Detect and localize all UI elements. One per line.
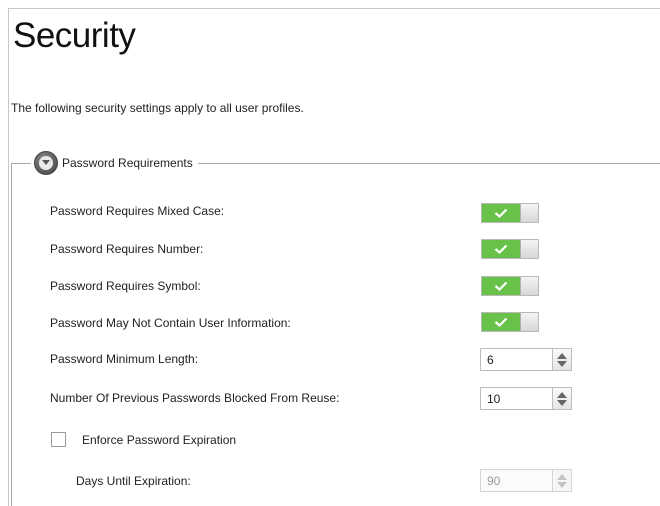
fieldset-left-border — [11, 163, 12, 506]
checkmark-icon — [494, 317, 508, 327]
enforce-expiration-label[interactable]: Enforce Password Expiration — [82, 433, 236, 447]
checkmark-icon — [494, 208, 508, 218]
content-frame — [8, 8, 660, 506]
checkmark-icon — [494, 244, 508, 254]
chevron-down-icon — [39, 156, 53, 170]
requires-symbol-label: Password Requires Symbol: — [50, 279, 201, 293]
collapse-section-button[interactable] — [34, 151, 58, 175]
decrement-arrow-icon[interactable] — [557, 360, 567, 367]
no-user-info-label: Password May Not Contain User Informatio… — [50, 316, 291, 330]
toggle-knob — [520, 277, 538, 295]
mixed-case-label: Password Requires Mixed Case: — [50, 204, 225, 218]
min-length-stepper[interactable] — [552, 348, 572, 371]
toggle-on-state — [482, 277, 520, 295]
min-length-label: Password Minimum Length: — [50, 352, 199, 366]
intro-text: The following security settings apply to… — [11, 101, 304, 115]
min-length-input[interactable] — [480, 348, 552, 371]
requires-number-label: Password Requires Number: — [50, 242, 204, 256]
days-until-expiration-label: Days Until Expiration: — [76, 474, 191, 488]
password-requirements-legend: Password Requirements — [31, 150, 198, 176]
toggle-on-state — [482, 204, 520, 222]
decrement-arrow-icon[interactable] — [557, 399, 567, 406]
previous-blocked-label: Number Of Previous Passwords Blocked Fro… — [50, 391, 340, 405]
increment-arrow-icon[interactable] — [557, 391, 567, 398]
decrement-arrow-icon — [557, 481, 567, 488]
section-legend-label: Password Requirements — [62, 156, 193, 170]
toggle-on-state — [482, 240, 520, 258]
checkmark-icon — [494, 281, 508, 291]
enforce-expiration-checkbox[interactable] — [51, 432, 66, 447]
toggle-knob — [520, 313, 538, 331]
increment-arrow-icon — [557, 473, 567, 480]
requires-number-toggle[interactable] — [481, 239, 539, 259]
previous-blocked-stepper[interactable] — [552, 387, 572, 410]
requires-symbol-toggle[interactable] — [481, 276, 539, 296]
previous-blocked-input[interactable] — [480, 387, 552, 410]
page-title: Security — [13, 16, 136, 55]
days-until-expiration-input — [480, 469, 552, 492]
toggle-knob — [520, 204, 538, 222]
mixed-case-toggle[interactable] — [481, 203, 539, 223]
days-until-expiration-stepper — [552, 469, 572, 492]
previous-blocked-spinner — [480, 387, 572, 410]
min-length-spinner — [480, 348, 572, 371]
toggle-on-state — [482, 313, 520, 331]
days-until-expiration-spinner — [480, 469, 572, 492]
toggle-knob — [520, 240, 538, 258]
increment-arrow-icon[interactable] — [557, 352, 567, 359]
no-user-info-toggle[interactable] — [481, 312, 539, 332]
